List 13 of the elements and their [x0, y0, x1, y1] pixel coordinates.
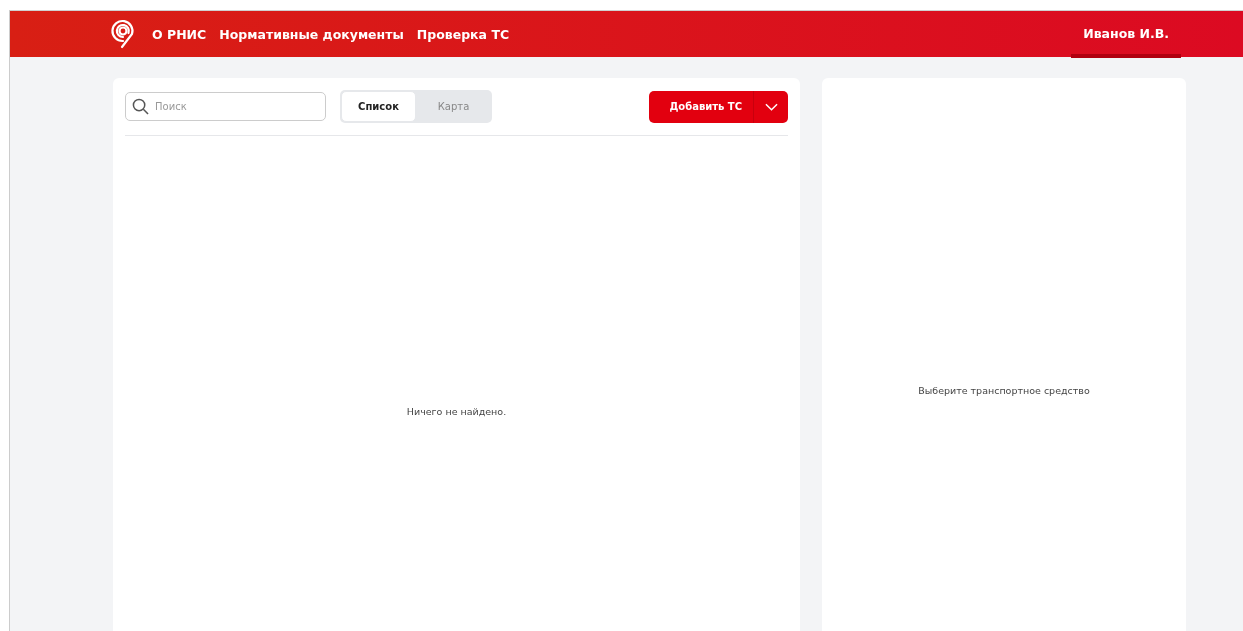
add-vehicle-button[interactable]: Добавить ТС — [649, 90, 754, 123]
search-field[interactable]: Поиск — [125, 92, 326, 121]
empty-message: Выберите транспортное средство — [918, 385, 1090, 397]
empty-message: Ничего не найдено. — [406, 406, 507, 418]
view-tab[interactable]: Список — [341, 91, 416, 122]
chevron-down-icon — [764, 102, 778, 111]
nav-link[interactable]: Нормативные документы — [219, 26, 404, 42]
nav-link[interactable]: О РНИС — [152, 26, 207, 42]
view-tab[interactable]: Карта — [416, 91, 491, 122]
logo-icon[interactable] — [110, 19, 136, 49]
nav-link[interactable]: Проверка ТС — [416, 26, 510, 42]
user-menu[interactable]: Иванов И.В. — [1071, 10, 1181, 58]
dropdown-button[interactable] — [754, 90, 788, 123]
